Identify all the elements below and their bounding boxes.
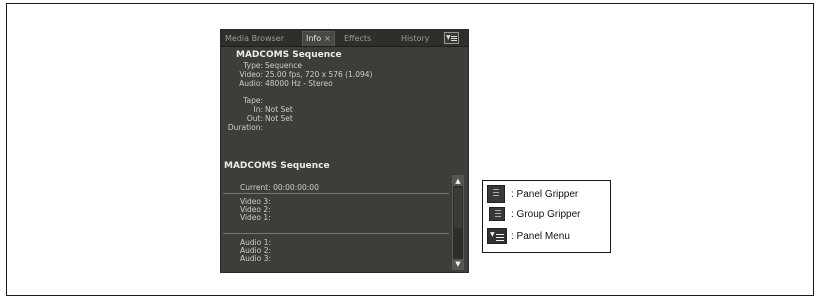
panel-tab-bar: Media Browser Info × Effects History ▼ [221, 30, 468, 47]
info-title: MADCOMS Sequence [236, 50, 342, 60]
tab-effects[interactable]: Effects [344, 32, 371, 45]
info-key: Duration: [227, 123, 263, 132]
scroll-thumb[interactable] [454, 188, 462, 228]
legend-label-panel-menu: : Panel Menu [511, 231, 570, 242]
gripper-lines [495, 210, 501, 218]
group-gripper-icon [489, 207, 505, 221]
info-key: Audio: [239, 79, 263, 88]
menu-line-icon [451, 40, 457, 41]
tab-media-browser[interactable]: Media Browser [225, 32, 284, 45]
tab-info-label: Info [306, 34, 322, 43]
info-key: Video: [239, 70, 263, 79]
menu-line-icon [451, 38, 457, 39]
info-value: Not Set [265, 105, 293, 114]
tab-history[interactable]: History [401, 32, 429, 45]
chevron-down-icon: ▼ [490, 231, 495, 238]
close-icon[interactable]: × [324, 34, 331, 43]
info-value: 48000 Hz - Stereo [265, 79, 333, 88]
chevron-down-icon: ▼ [446, 34, 451, 41]
info-key: Type: [243, 61, 263, 70]
info-value: Not Set [265, 114, 293, 123]
info-key: In: [253, 105, 264, 114]
vertical-scrollbar[interactable]: ▲ ▼ [452, 175, 464, 270]
sequence-title: MADCOMS Sequence [224, 161, 330, 171]
panel-gripper-icon [487, 185, 505, 203]
scroll-down-button[interactable]: ▼ [453, 259, 463, 269]
menu-line-icon [496, 234, 504, 235]
panel-menu-button[interactable]: ▼ [444, 32, 459, 44]
scroll-up-button[interactable]: ▲ [453, 176, 463, 186]
info-key: Tape: [243, 96, 263, 105]
gripper-lines [493, 189, 499, 198]
info-value: 25.00 fps, 720 x 576 (1.094) [265, 70, 373, 79]
track-label-audio-3: Audio 3: [240, 254, 271, 263]
info-key: Out: [246, 114, 263, 123]
tab-info[interactable]: Info × [302, 31, 335, 46]
panel-menu-icon: ▼ [487, 228, 507, 244]
legend-label-group-gripper: : Group Gripper [511, 209, 581, 220]
legend-label-panel-gripper: : Panel Gripper [511, 189, 579, 200]
menu-line-icon [496, 240, 504, 241]
info-value: Sequence [265, 61, 302, 70]
divider [223, 233, 449, 234]
divider [223, 193, 449, 194]
menu-line-icon [451, 36, 457, 37]
current-timecode: Current: 00:00:00:00 [240, 183, 319, 192]
info-panel: Media Browser Info × Effects History ▼ MA… [220, 29, 469, 273]
menu-line-icon [496, 237, 504, 238]
track-label-video-1: Video 1: [240, 213, 271, 222]
legend-box: : Panel Gripper : Group Gripper ▼ : Pane… [482, 180, 611, 253]
